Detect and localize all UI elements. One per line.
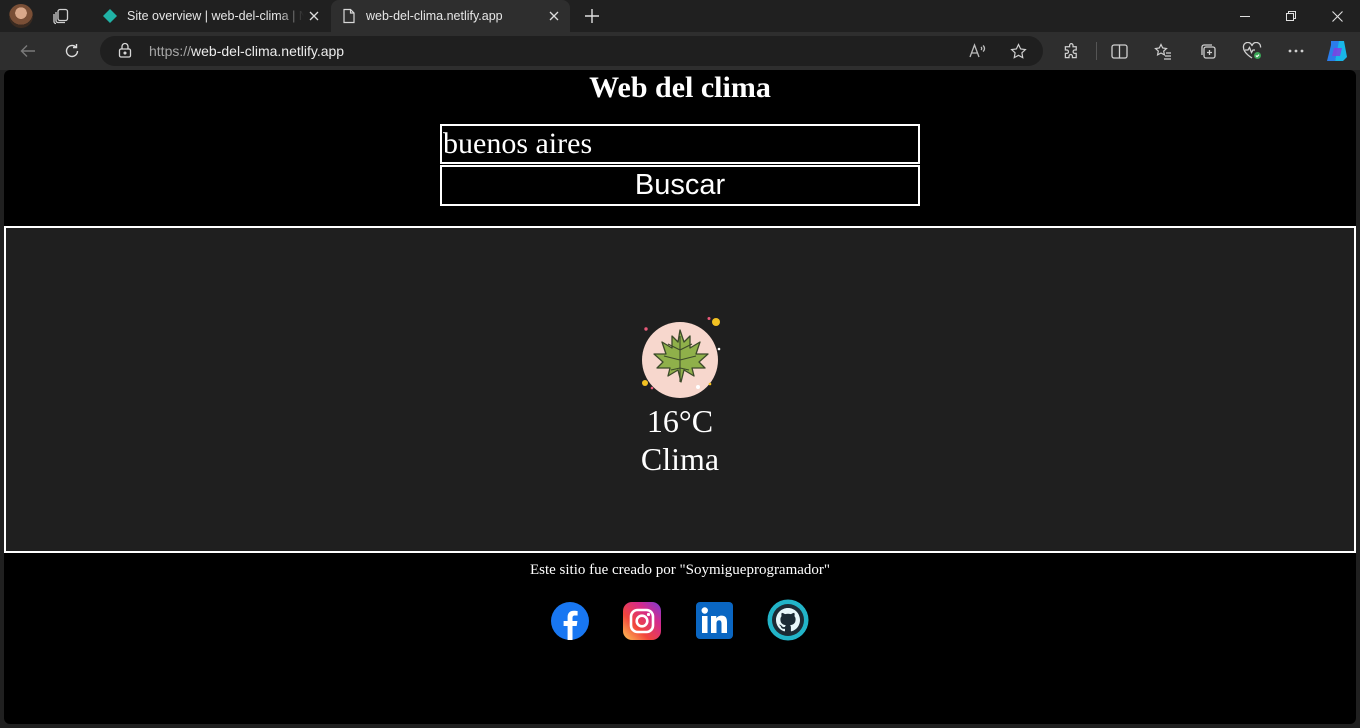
maple-leaf-icon <box>642 317 721 398</box>
weather-card: 16°C Clima <box>4 226 1356 553</box>
workspaces-icon[interactable] <box>52 7 70 25</box>
back-button[interactable] <box>16 39 40 63</box>
copilot-icon[interactable] <box>1325 39 1349 63</box>
lock-icon[interactable] <box>118 42 132 58</box>
close-window-button[interactable] <box>1314 0 1360 32</box>
page-viewport: Web del clima Buscar 16°C Clima Este sit… <box>4 70 1356 724</box>
refresh-button[interactable] <box>60 39 84 63</box>
page-title: Web del clima <box>589 71 771 104</box>
search-button[interactable]: Buscar <box>440 165 920 206</box>
tab-netlify-overview[interactable]: Site overview | web-del-clima | Netlify <box>92 0 330 32</box>
tab-web-del-clima[interactable]: web-del-clima.netlify.app <box>331 0 570 32</box>
favorites-list-icon[interactable] <box>1151 39 1175 63</box>
linkedin-icon[interactable] <box>696 602 733 639</box>
facebook-icon[interactable] <box>550 601 590 641</box>
more-options-icon[interactable] <box>1284 39 1308 63</box>
url-scheme: https:// <box>149 43 192 59</box>
toolbar-divider <box>1096 42 1097 60</box>
read-aloud-button[interactable] <box>966 39 990 63</box>
temperature-text: 16°C <box>646 403 714 439</box>
new-tab-button[interactable] <box>581 5 603 27</box>
page-icon <box>341 8 357 24</box>
netlify-icon <box>102 8 118 24</box>
minimize-button[interactable] <box>1222 0 1268 32</box>
city-search-input[interactable] <box>440 124 920 164</box>
tab-title: web-del-clima.netlify.app <box>366 9 503 23</box>
extensions-icon[interactable] <box>1059 39 1083 63</box>
instagram-icon[interactable] <box>623 602 661 640</box>
weather-description: Clima <box>640 441 720 477</box>
close-tab-icon[interactable] <box>544 6 564 26</box>
close-tab-icon[interactable] <box>304 6 324 26</box>
browser-essentials-icon[interactable] <box>1240 39 1264 63</box>
profile-avatar[interactable] <box>9 4 33 28</box>
tab-strip: Site overview | web-del-clima | Netlify … <box>0 0 1360 32</box>
collections-icon[interactable] <box>1196 39 1220 63</box>
url-text[interactable]: https://web-del-clima.netlify.app <box>149 43 344 59</box>
footer-credit: Este sitio fue creado por "Soymigueprogr… <box>529 562 831 578</box>
url-host: web-del-clima.netlify.app <box>191 43 345 59</box>
favorite-star-icon[interactable] <box>1006 39 1030 63</box>
github-icon[interactable] <box>767 599 809 641</box>
restore-button[interactable] <box>1268 0 1314 32</box>
tab-title: Site overview | web-del-clima | Netlify <box>127 9 304 23</box>
split-screen-icon[interactable] <box>1107 39 1131 63</box>
